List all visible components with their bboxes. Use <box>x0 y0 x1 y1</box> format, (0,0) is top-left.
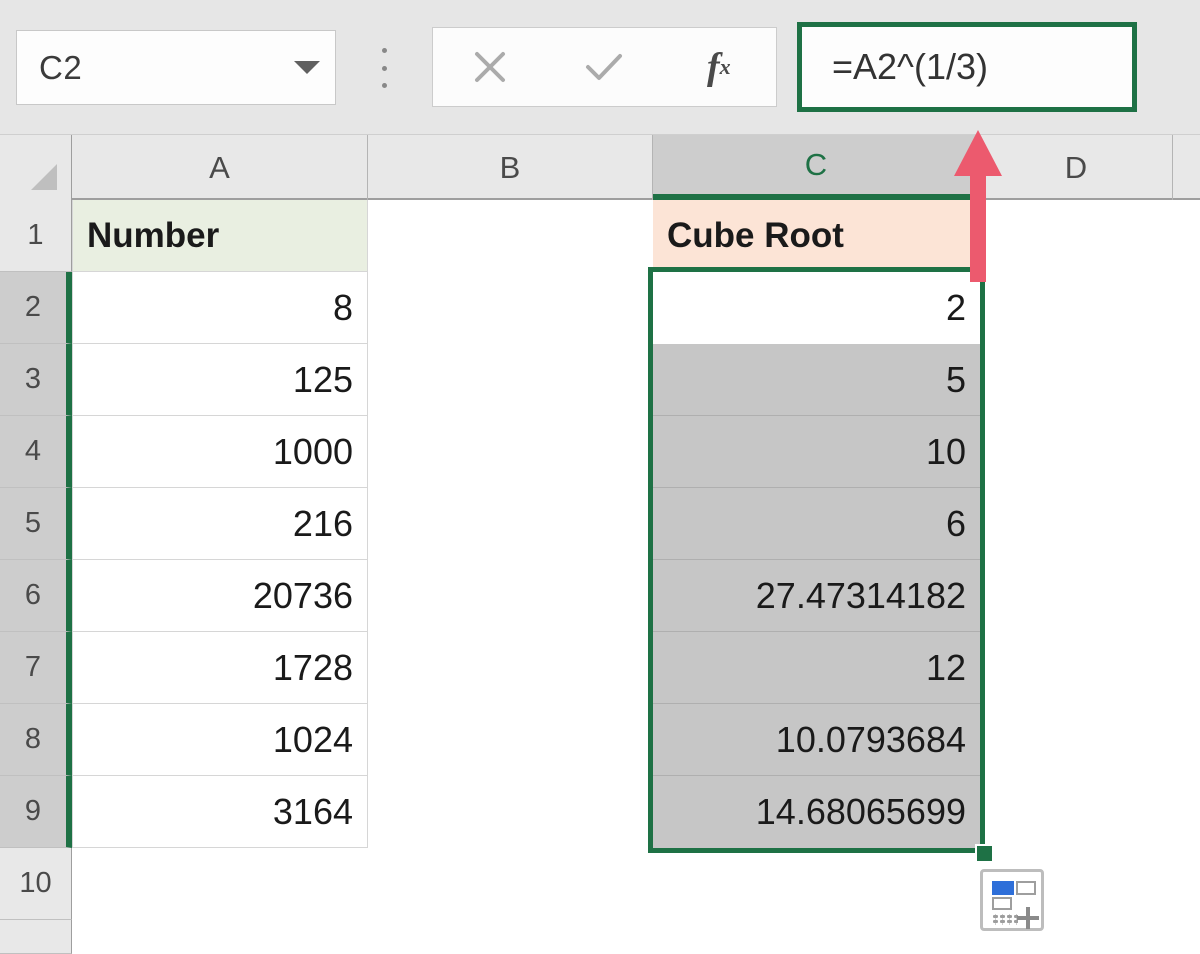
fx-icon[interactable]: fx <box>662 28 776 106</box>
spreadsheet-grid[interactable]: A B C D 1 2 3 4 5 6 7 8 9 10 Number 8 12… <box>0 135 1200 954</box>
cell-a7[interactable]: 1728 <box>72 632 368 704</box>
select-all-triangle-icon[interactable] <box>0 135 72 200</box>
cell-c4[interactable]: 10 <box>653 416 980 488</box>
cell-c9[interactable]: 14.68065699 <box>653 776 980 848</box>
fill-handle[interactable] <box>975 844 994 863</box>
column-header-band: A B C D <box>0 135 1200 200</box>
cell-c7[interactable]: 12 <box>653 632 980 704</box>
formula-bar-strip: C2 fx =A2^(1/3) <box>0 0 1200 135</box>
cell-c5[interactable]: 6 <box>653 488 980 560</box>
row-header-9[interactable]: 9 <box>0 776 72 848</box>
formula-bar-buttons: fx <box>432 27 777 107</box>
column-header-d[interactable]: D <box>980 135 1173 200</box>
cell-c6[interactable]: 27.47314182 <box>653 560 980 632</box>
cell-c8[interactable]: 10.0793684 <box>653 704 980 776</box>
kebab-menu-icon[interactable] <box>373 48 395 88</box>
fx-icon-x: x <box>719 54 731 79</box>
close-x-icon[interactable] <box>433 28 547 106</box>
row-header-10[interactable]: 10 <box>0 848 72 920</box>
autofill-options-icon[interactable] <box>980 869 1044 931</box>
name-box-value: C2 <box>39 48 83 86</box>
row-header-3[interactable]: 3 <box>0 344 72 416</box>
column-header-a[interactable]: A <box>72 135 368 200</box>
cell-c1[interactable]: Cube Root <box>653 200 980 272</box>
cell-c3[interactable]: 5 <box>653 344 980 416</box>
chevron-down-icon[interactable] <box>279 61 335 74</box>
row-header-7[interactable]: 7 <box>0 632 72 704</box>
row-header-8[interactable]: 8 <box>0 704 72 776</box>
name-box[interactable]: C2 <box>16 30 336 105</box>
column-header-b[interactable]: B <box>368 135 653 200</box>
row-header-1[interactable]: 1 <box>0 200 72 272</box>
row-header-4[interactable]: 4 <box>0 416 72 488</box>
cell-a2[interactable]: 8 <box>72 272 368 344</box>
cell-a3[interactable]: 125 <box>72 344 368 416</box>
row-header-5[interactable]: 5 <box>0 488 72 560</box>
cell-a8[interactable]: 1024 <box>72 704 368 776</box>
cell-a6[interactable]: 20736 <box>72 560 368 632</box>
cell-a9[interactable]: 3164 <box>72 776 368 848</box>
column-header-c[interactable]: C <box>653 135 980 200</box>
cell-a4[interactable]: 1000 <box>72 416 368 488</box>
cell-a1[interactable]: Number <box>72 200 368 272</box>
fx-icon-f: f <box>706 46 720 88</box>
checkmark-icon[interactable] <box>547 28 661 106</box>
row-header-6[interactable]: 6 <box>0 560 72 632</box>
formula-text: =A2^(1/3) <box>832 46 988 87</box>
cell-a5[interactable]: 216 <box>72 488 368 560</box>
row-header-11-partial[interactable] <box>0 920 72 954</box>
formula-input[interactable]: =A2^(1/3) <box>797 22 1137 112</box>
cell-c2-active[interactable]: 2 <box>653 272 980 344</box>
row-header-2[interactable]: 2 <box>0 272 72 344</box>
